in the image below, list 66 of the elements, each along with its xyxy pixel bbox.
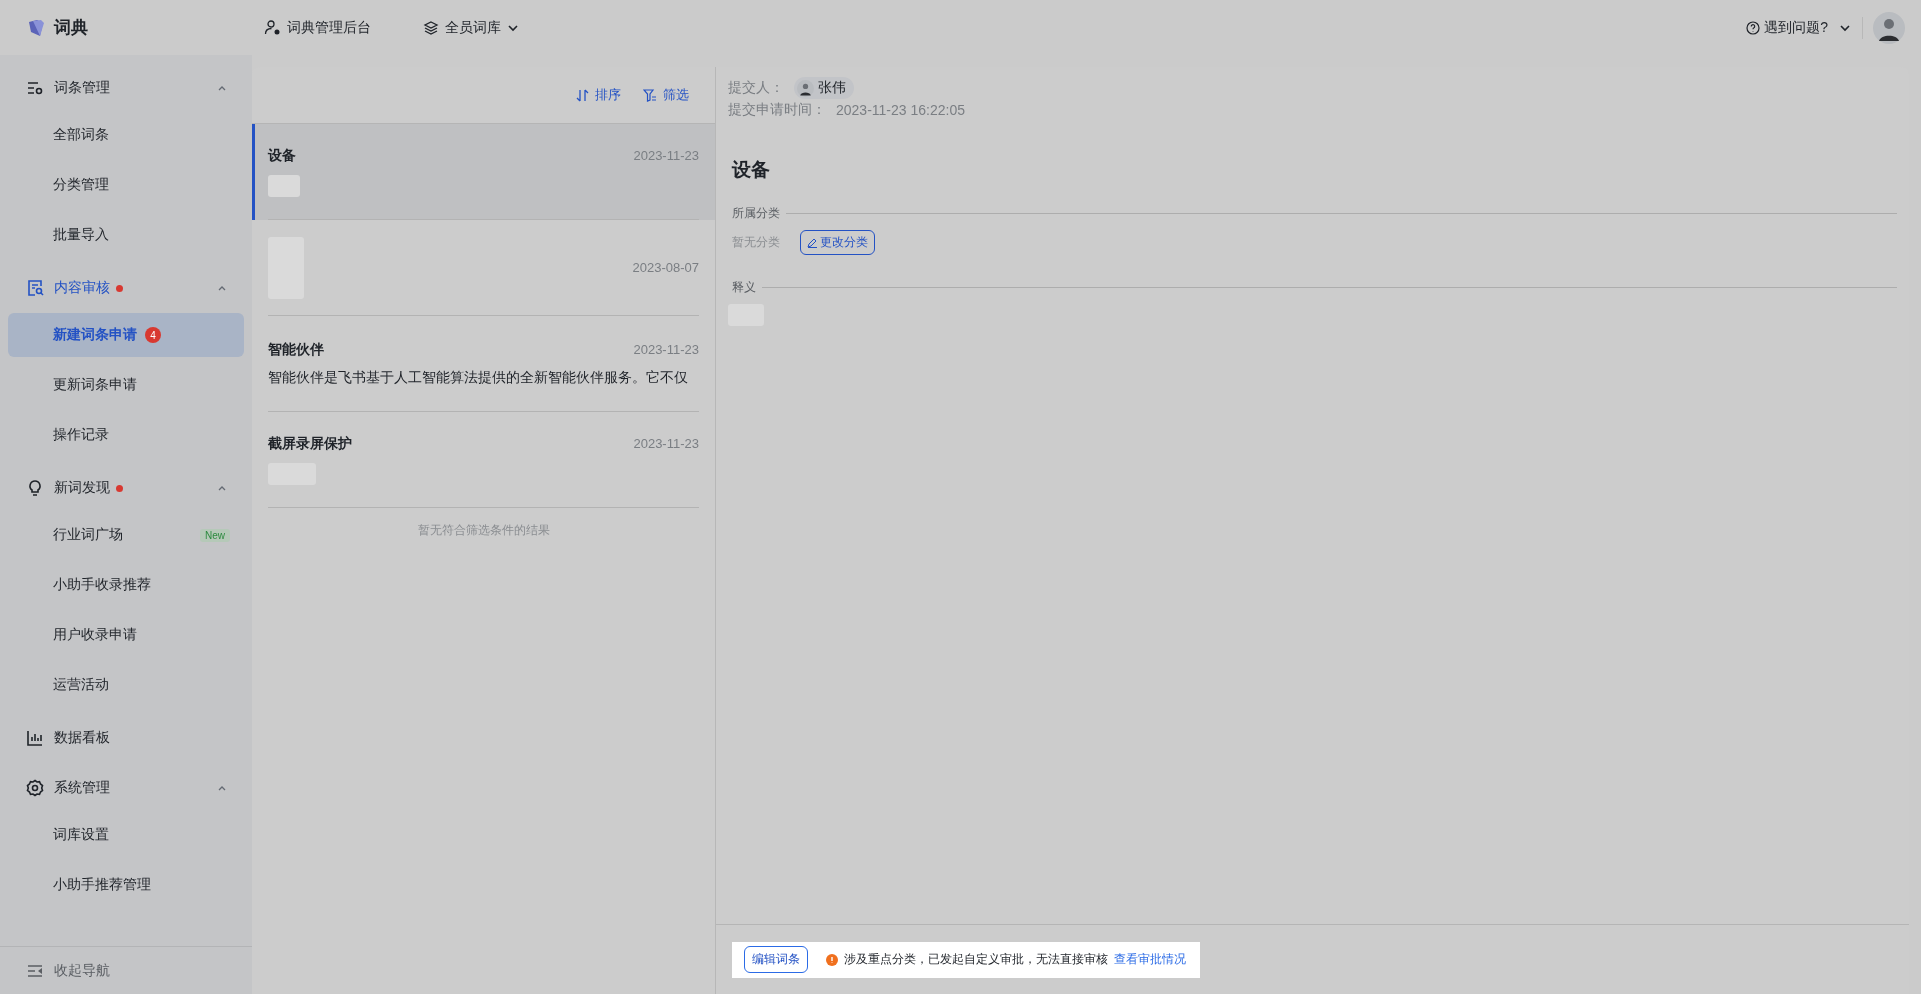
submitter-label: 提交人： <box>728 79 784 97</box>
edit-entry-button[interactable]: 编辑词条 <box>744 946 808 973</box>
sort-icon <box>576 88 589 102</box>
nav-item[interactable]: 分类管理 <box>8 163 244 207</box>
bar-chart-icon <box>26 729 44 747</box>
entry-date: 2023-11-23 <box>633 148 699 163</box>
list-settings-icon <box>26 79 44 97</box>
help-icon <box>1746 20 1761 35</box>
nav-item[interactable]: 操作记录 <box>8 413 244 457</box>
filter-button[interactable]: 筛选 <box>643 86 689 104</box>
collapse-menu-icon <box>26 962 44 979</box>
person-avatar <box>797 79 814 97</box>
logo-icon <box>26 17 46 38</box>
entry-title: 智能伙伴 <box>268 340 324 359</box>
admin-link[interactable]: 词典管理后台 <box>264 18 371 37</box>
submit-time-label: 提交申请时间： <box>728 101 826 119</box>
submit-time: 2023-11-23 16:22:05 <box>836 102 965 118</box>
entry-description: 智能伙伴是飞书基于人工智能算法提供的全新智能伙伴服务。它不仅 <box>268 368 689 387</box>
entry-title: 设备 <box>268 146 296 165</box>
empty-result-text: 暂无符合筛选条件的结果 <box>416 522 551 539</box>
entry-date: 2023-08-07 <box>632 260 699 275</box>
nav-item[interactable]: 小助手推荐管理 <box>8 863 244 907</box>
warning-icon <box>826 953 838 966</box>
view-approval-link[interactable]: 查看审批情况 <box>1114 951 1186 968</box>
user-avatar[interactable] <box>1873 11 1905 44</box>
entry-title: 截屏录屏保护 <box>268 434 352 453</box>
section-label: 释义 <box>732 279 756 296</box>
nav-item[interactable]: 用户收录申请 <box>8 613 244 657</box>
library-dropdown[interactable]: 全员词库 <box>423 18 519 37</box>
nav-group[interactable]: 新词发现 <box>8 463 244 513</box>
user-settings-icon <box>264 19 281 36</box>
nav-item[interactable]: 词库设置 <box>8 813 244 857</box>
nav-item[interactable]: 全部词条 <box>8 113 244 157</box>
entry-list-item[interactable]: 截屏录屏保护 2023-11-23 <box>252 412 715 508</box>
entry-list-item[interactable]: 智能伙伴 2023-11-23 智能伙伴是飞书基于人工智能算法提供的全新智能伙伴服务。它不仅 <box>252 316 715 412</box>
help-button[interactable]: 遇到问题? <box>1746 18 1828 37</box>
settings-icon <box>26 779 44 797</box>
filter-icon <box>643 88 657 102</box>
nav-group[interactable]: 系统管理 <box>8 763 244 813</box>
entry-date: 2023-11-23 <box>633 342 699 357</box>
sort-button[interactable]: 排序 <box>576 86 621 104</box>
nav-item[interactable]: 行业词广场 New <box>8 513 244 557</box>
nav-item[interactable]: 批量导入 <box>8 213 244 257</box>
entry-list-item[interactable]: 设备 2023-11-23 <box>252 124 715 220</box>
nav-item[interactable]: 运营活动 <box>8 663 244 707</box>
change-category-button[interactable]: 更改分类 <box>800 230 875 255</box>
warning-text: 涉及重点分类，已发起自定义审批，无法直接审核 <box>844 951 1108 968</box>
submitter-chip[interactable]: 张伟 <box>794 77 854 99</box>
app-name: 词典 <box>54 17 88 39</box>
nav-group[interactable]: 内容审核 <box>8 263 244 313</box>
count-badge: 4 <box>145 327 161 343</box>
entry-date: 2023-11-23 <box>633 436 699 451</box>
nav-group[interactable]: 词条管理 <box>8 63 244 113</box>
lightbulb-icon <box>26 479 44 497</box>
blurred-content <box>268 174 300 197</box>
nav-item[interactable]: 新建词条申请 4 <box>8 313 244 357</box>
layers-icon <box>423 19 439 36</box>
pencil-icon <box>807 237 818 248</box>
document-search-icon <box>26 279 44 297</box>
entry-heading: 设备 <box>732 158 771 182</box>
nav-item[interactable]: 小助手收录推荐 <box>8 563 244 607</box>
section-label: 所属分类 <box>732 205 780 222</box>
nav-group[interactable]: 数据看板 <box>8 713 244 763</box>
category-value: 暂无分类 <box>732 234 780 251</box>
nav-item[interactable]: 更新词条申请 <box>8 363 244 407</box>
new-tag: New <box>200 528 230 542</box>
